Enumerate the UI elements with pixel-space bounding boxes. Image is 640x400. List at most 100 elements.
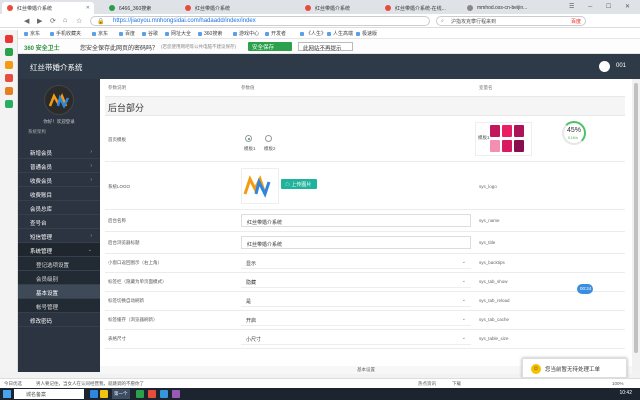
sidebar-item-change-password[interactable]: 修改密码 bbox=[18, 313, 100, 327]
avatar[interactable] bbox=[599, 61, 610, 72]
bookmark[interactable]: 京东 bbox=[24, 30, 40, 37]
tab-show-select[interactable]: 隐藏 ⌄ bbox=[241, 276, 471, 288]
window-controls[interactable]: ☰ ─ ☐ ✕ bbox=[569, 3, 636, 10]
tab-cache-select[interactable]: 开启 ⌄ bbox=[241, 314, 471, 326]
never-remind-button[interactable]: 此网站不再提示 bbox=[298, 42, 353, 52]
browser-tab[interactable]: 红丝带婚介系统 bbox=[180, 2, 268, 14]
close-icon[interactable]: ✕ bbox=[86, 5, 90, 11]
bookmark[interactable]: 360搜索 bbox=[198, 30, 222, 37]
browser-tab[interactable]: 6466_360搜索 bbox=[104, 2, 180, 14]
chevron-down-icon: ⌄ bbox=[87, 247, 92, 253]
tab-reload-select[interactable]: 是 ⌄ bbox=[241, 295, 471, 307]
zoom-level[interactable]: 100% bbox=[612, 381, 624, 386]
bookmark[interactable]: 开发者 bbox=[265, 30, 286, 37]
sidebar-item-member-library[interactable]: 会员总库 bbox=[18, 201, 100, 215]
admin-name-input[interactable]: 红丝带婚介系统 bbox=[241, 214, 471, 227]
input-value: 红丝带婚介系统 bbox=[247, 220, 283, 226]
url-input[interactable]: 🔒 https://jiaoyou.mnhongsidai.com/hadaadd… bbox=[90, 16, 430, 26]
bookmark[interactable]: 谷歌 bbox=[142, 30, 158, 37]
input-value: 红丝带婚介系统 bbox=[247, 242, 283, 248]
browser-title-input[interactable]: 红丝带婚介系统 bbox=[241, 236, 471, 249]
forward-icon[interactable]: ▶ bbox=[37, 17, 42, 25]
star-icon[interactable]: ☆ bbox=[76, 17, 82, 25]
app-icon[interactable] bbox=[5, 100, 13, 108]
browser-tab[interactable]: 红丝带婚介系统-在线... bbox=[380, 2, 458, 14]
column-header: 参数说明 bbox=[108, 85, 126, 90]
browser-status-bar: 今日优选 男人要记住，当女人在认同经营我，就跳调的不愿你了 热点资讯 下载 10… bbox=[0, 378, 640, 388]
browser-search-input[interactable]: ⌕ 沪指攻克攀行程来到 百度 bbox=[436, 16, 586, 26]
chevron-down-icon: ⌄ bbox=[461, 259, 466, 265]
site-favicon-icon bbox=[467, 5, 473, 11]
app-icon[interactable] bbox=[5, 35, 13, 43]
support-chat-widget[interactable]: ☺ 您当前暂无待处理工单 bbox=[522, 358, 627, 378]
bookmark[interactable]: 极速版 bbox=[356, 30, 377, 37]
back-icon[interactable]: ◀ bbox=[24, 17, 29, 25]
timer-badge[interactable]: 00:24 bbox=[577, 284, 593, 294]
sidebar-item-lookup[interactable]: 查号台 bbox=[18, 215, 100, 229]
variable-name: sys_logo bbox=[479, 184, 497, 189]
app-icon[interactable] bbox=[5, 74, 13, 82]
folder-icon[interactable] bbox=[100, 390, 108, 398]
sidebar-item-accounts[interactable]: 收费账目 bbox=[18, 187, 100, 201]
bookmark[interactable]: 《人生》 bbox=[300, 30, 326, 37]
bookmark[interactable]: 京东 bbox=[92, 30, 108, 37]
sidebar-subitem-basic-settings[interactable]: 基本设置 bbox=[18, 285, 100, 299]
app-icon[interactable] bbox=[5, 48, 13, 56]
refresh-icon[interactable]: ⟳ bbox=[50, 17, 56, 25]
upload-image-button[interactable]: ☁ 上传图片 bbox=[281, 179, 317, 189]
taskbar-search-input[interactable]: 城名备案 bbox=[14, 389, 84, 399]
scrollbar[interactable] bbox=[632, 79, 640, 372]
table-row: 后台浏览器标题 红丝带婚介系统 sys_title bbox=[105, 232, 625, 254]
app-icon[interactable] bbox=[148, 390, 156, 398]
browser-tab[interactable]: 红丝带婚介系统 bbox=[300, 2, 378, 14]
windows-start-icon[interactable] bbox=[3, 390, 11, 398]
bookmark[interactable]: 网址大全 bbox=[165, 30, 191, 37]
app-header: 红丝带婚介系统 001 bbox=[18, 54, 640, 79]
app-icon[interactable] bbox=[160, 390, 168, 398]
news-ticker[interactable]: 男人要记住，当女人在认同经营我，就跳调的不愿你了 bbox=[36, 381, 144, 387]
status-download[interactable]: 下载 bbox=[452, 381, 461, 387]
bookmark[interactable]: 人生高端 bbox=[327, 30, 353, 37]
app-icon[interactable] bbox=[172, 390, 180, 398]
table-row: 后台名称 红丝带婚介系统 sys_name bbox=[105, 210, 625, 232]
status-hot-news[interactable]: 热点资讯 bbox=[418, 381, 436, 387]
sidebar-subitem-account-manage[interactable]: 帐号管理 bbox=[18, 299, 100, 313]
sidebar-item-new-member[interactable]: 新增会员 › bbox=[18, 145, 100, 159]
template-radio-2[interactable] bbox=[265, 135, 272, 142]
sidebar-subitem-register-options[interactable]: 登记选项设置 bbox=[18, 257, 100, 271]
sidebar-item-system[interactable]: 系统管理 ⌄ bbox=[18, 243, 100, 257]
sidebar-item-regular-member[interactable]: 普通会员 › bbox=[18, 159, 100, 173]
sidebar-subitem-member-level[interactable]: 会员级别 bbox=[18, 271, 100, 285]
sidebar-subitem-label: 帐号管理 bbox=[36, 305, 59, 311]
browser-tab[interactable]: mmhod.oss-cn-beijin... bbox=[462, 2, 542, 14]
table-size-select[interactable]: 小尺寸 ⌄ bbox=[241, 333, 471, 345]
template-radio-1[interactable] bbox=[245, 135, 252, 142]
app-title: 红丝带婚介系统 bbox=[30, 63, 83, 72]
taskbar-active-app[interactable]: 第一个 bbox=[112, 389, 130, 399]
table-row: 标签切换自动刷新 是 ⌄ sys_tab_reload bbox=[105, 292, 625, 311]
bookmark[interactable]: 百度 bbox=[119, 30, 135, 37]
status-left[interactable]: 今日优选 bbox=[4, 381, 22, 387]
save-password-button[interactable]: 安全保存 bbox=[248, 42, 292, 51]
username[interactable]: 001 bbox=[616, 63, 626, 69]
app-icon[interactable] bbox=[5, 61, 13, 69]
app-icon[interactable] bbox=[136, 390, 144, 398]
radio-label: 模板1 bbox=[244, 146, 256, 151]
cloud-upload-icon: ☁ bbox=[285, 182, 291, 188]
chevron-down-icon: ⌄ bbox=[461, 335, 466, 341]
home-icon[interactable]: ⌂ bbox=[63, 17, 67, 24]
sidebar-item-label: 普通会员 bbox=[30, 165, 53, 171]
search-icon: ⌕ bbox=[441, 18, 444, 24]
sidebar-item-paid-member[interactable]: 收费会员 › bbox=[18, 173, 100, 187]
app-icon[interactable] bbox=[5, 87, 13, 95]
backtips-select[interactable]: 显示 ⌄ bbox=[241, 257, 471, 269]
mn-logo-icon bbox=[243, 175, 271, 198]
select-value: 开启 bbox=[246, 318, 257, 324]
clock[interactable]: 10:42 bbox=[619, 390, 632, 396]
scrollbar-thumb[interactable] bbox=[634, 83, 638, 353]
bookmark[interactable]: 游戏中心 bbox=[233, 30, 259, 37]
browser-tab[interactable]: 红丝带婚介系统 ✕ bbox=[2, 2, 94, 14]
sidebar-item-sms[interactable]: 短信管理 › bbox=[18, 229, 100, 243]
app-icon[interactable] bbox=[90, 390, 98, 398]
bookmark[interactable]: 手机收藏夹 bbox=[50, 30, 81, 37]
